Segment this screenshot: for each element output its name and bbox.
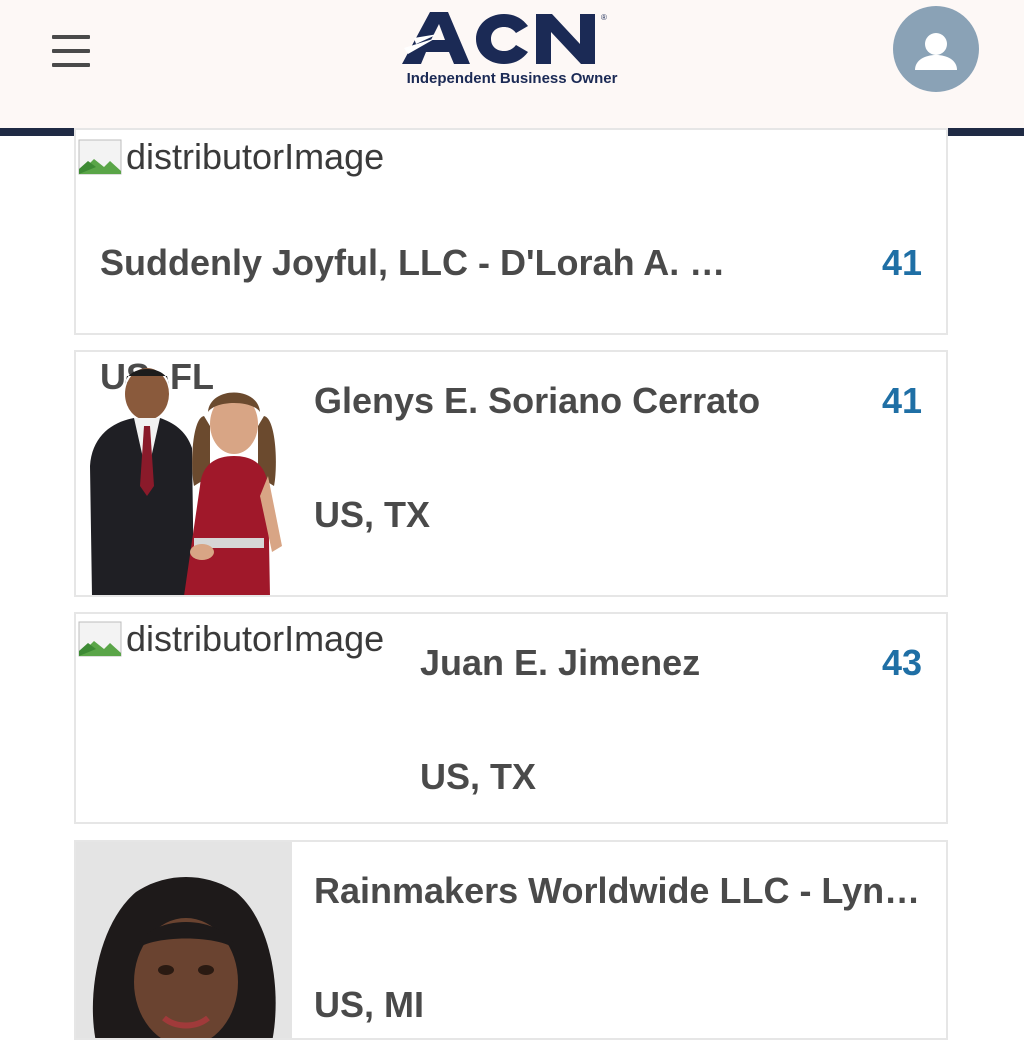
svg-text:®: ® bbox=[601, 13, 607, 22]
menu-icon[interactable] bbox=[50, 33, 92, 69]
distributor-name: Glenys E. Soriano Cerrato bbox=[314, 380, 761, 421]
broken-image-icon bbox=[78, 139, 122, 175]
distributor-name: Suddenly Joyful, LLC - D'Lorah A. … bbox=[100, 242, 726, 283]
broken-image-icon bbox=[78, 621, 122, 657]
distributor-photo bbox=[76, 842, 292, 1038]
distributor-name: Juan E. Jimenez bbox=[420, 642, 701, 683]
distributor-score: 43 bbox=[881, 642, 922, 683]
distributor-name: Rainmakers Worldwide LLC - Lyn… bbox=[314, 870, 921, 911]
image-alt-text: distributorImage bbox=[126, 618, 385, 659]
acn-logo-mark: ® bbox=[402, 12, 607, 64]
distributor-location: US, TX bbox=[314, 494, 431, 535]
distributor-score: 41 bbox=[881, 380, 922, 421]
distributor-card[interactable]: US, FL Glenys E. Soriano Cerrato 41 US, … bbox=[74, 350, 948, 597]
distributor-location: US, TX bbox=[420, 756, 537, 797]
app-header: ® Independent Business Owner bbox=[0, 0, 1024, 128]
distributor-card[interactable]: distributorImage Juan E. Jimenez 43 US, … bbox=[74, 612, 948, 824]
distributor-image: distributorImage bbox=[78, 618, 384, 660]
distributor-card[interactable]: Rainmakers Worldwide LLC - Lyn… US, MI bbox=[74, 840, 948, 1040]
logo-subtitle: Independent Business Owner bbox=[406, 70, 618, 87]
distributor-image: distributorImage bbox=[78, 136, 384, 178]
couple-photo bbox=[90, 368, 282, 595]
distributor-score: 41 bbox=[881, 242, 922, 283]
woman-photo bbox=[76, 842, 292, 1038]
user-icon bbox=[915, 33, 957, 70]
user-avatar[interactable] bbox=[893, 6, 979, 92]
acn-logo[interactable]: ® Independent Business Owner bbox=[396, 8, 628, 92]
distributor-card[interactable]: distributorImage Suddenly Joyful, LLC - … bbox=[74, 128, 948, 335]
distributor-photo bbox=[82, 356, 292, 595]
distributor-location: US, MI bbox=[314, 984, 425, 1025]
image-alt-text: distributorImage bbox=[126, 136, 385, 177]
